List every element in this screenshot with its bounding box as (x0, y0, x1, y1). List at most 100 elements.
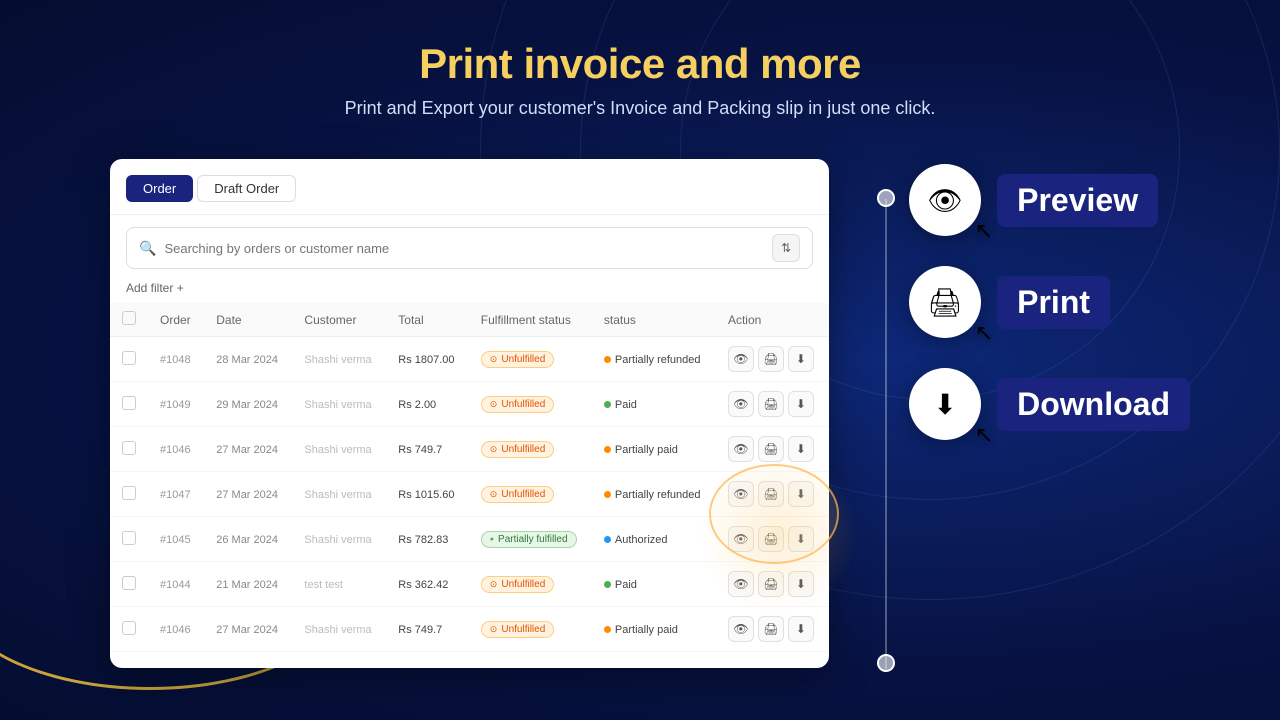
cell-checkbox[interactable] (110, 382, 148, 427)
col-order: Order (148, 303, 204, 337)
cell-status: Paid (592, 382, 716, 427)
download-action-btn[interactable]: ⬇ (788, 346, 814, 372)
cell-fulfillment: Unfulfilled (469, 472, 592, 517)
cell-action: 👁 🖨 ⬇ (716, 517, 829, 562)
table-row: #1044 21 Mar 2024 test test Rs 362.42 Un… (110, 562, 829, 607)
main-area: Order Draft Order 🔍 ⇅ Add filter + Order… (90, 149, 1190, 668)
cursor-icon-download: ↖ (975, 422, 993, 448)
cell-date: 27 Mar 2024 (204, 427, 292, 472)
cell-action: 👁 🖨 ⬇ (716, 562, 829, 607)
cell-order: #1047 (148, 472, 204, 517)
download-action-btn[interactable]: ⬇ (788, 616, 814, 642)
print-action-btn[interactable]: 🖨 (758, 346, 784, 372)
cell-date: 28 Mar 2024 (204, 337, 292, 382)
cell-action: 👁 🖨 ⬇ (716, 382, 829, 427)
col-checkbox (110, 303, 148, 337)
timeline-line (885, 199, 887, 669)
page-subtitle: Print and Export your customer's Invoice… (345, 98, 936, 119)
download-action-btn[interactable]: ⬇ (788, 571, 814, 597)
cell-order: #1045 (148, 517, 204, 562)
download-label: Download (997, 378, 1190, 431)
print-action-btn[interactable]: 🖨 (758, 526, 784, 552)
cell-checkbox[interactable] (110, 607, 148, 652)
table-row: #1046 27 Mar 2024 Shashi verma Rs 749.7 … (110, 607, 829, 652)
preview-action-btn[interactable]: 👁 (728, 346, 754, 372)
orders-table: Order Date Customer Total Fulfillment st… (110, 303, 829, 652)
timeline-dot-bottom (877, 654, 895, 672)
download-action-btn[interactable]: ⬇ (788, 481, 814, 507)
cell-fulfillment: Unfulfilled (469, 607, 592, 652)
col-fulfillment: Fulfillment status (469, 303, 592, 337)
preview-action-btn[interactable]: 👁 (728, 481, 754, 507)
table-panel: Order Draft Order 🔍 ⇅ Add filter + Order… (110, 159, 829, 668)
cursor-icon-preview: ↖ (975, 218, 993, 244)
cell-total: Rs 749.7 (386, 607, 469, 652)
cell-total: Rs 2.00 (386, 382, 469, 427)
cursor-icon-print: ↖ (975, 320, 993, 346)
table-wrap: Order Date Customer Total Fulfillment st… (110, 303, 829, 652)
cell-action: 👁 🖨 ⬇ (716, 472, 829, 517)
print-action-btn[interactable]: 🖨 (758, 391, 784, 417)
right-icons: 👁 ↖ Preview 🖨 ↖ Print ⬇ ↖ Download (829, 149, 1190, 440)
cell-status: Partially paid (592, 607, 716, 652)
search-input[interactable] (164, 241, 764, 256)
add-filter[interactable]: Add filter + (110, 281, 829, 295)
cell-date: 29 Mar 2024 (204, 382, 292, 427)
cell-total: Rs 362.42 (386, 562, 469, 607)
cell-date: 26 Mar 2024 (204, 517, 292, 562)
preview-icon: 👁 (927, 184, 963, 217)
timeline-dot-top (877, 189, 895, 207)
cell-fulfillment: Unfulfilled (469, 382, 592, 427)
print-label: Print (997, 276, 1110, 329)
table-row: #1049 29 Mar 2024 Shashi verma Rs 2.00 U… (110, 382, 829, 427)
download-icon: ⬇ (933, 388, 956, 421)
preview-action-btn[interactable]: 👁 (728, 391, 754, 417)
cell-fulfillment: Unfulfilled (469, 337, 592, 382)
cell-date: 27 Mar 2024 (204, 472, 292, 517)
tab-draft-order[interactable]: Draft Order (197, 175, 296, 202)
download-action-btn[interactable]: ⬇ (788, 526, 814, 552)
sort-button[interactable]: ⇅ (772, 234, 800, 262)
cell-date: 21 Mar 2024 (204, 562, 292, 607)
cell-checkbox[interactable] (110, 427, 148, 472)
col-total: Total (386, 303, 469, 337)
print-action-btn[interactable]: 🖨 (758, 616, 784, 642)
cell-customer: test test (292, 562, 386, 607)
cell-total: Rs 1015.60 (386, 472, 469, 517)
cell-checkbox[interactable] (110, 472, 148, 517)
cell-fulfillment: Partially fulfilled (469, 517, 592, 562)
cell-action: 👁 🖨 ⬇ (716, 427, 829, 472)
download-action-btn[interactable]: ⬇ (788, 436, 814, 462)
feature-download: ⬇ ↖ Download (909, 368, 1190, 440)
print-action-btn[interactable]: 🖨 (758, 436, 784, 462)
download-action-btn[interactable]: ⬇ (788, 391, 814, 417)
table-row: #1048 28 Mar 2024 Shashi verma Rs 1807.0… (110, 337, 829, 382)
cell-total: Rs 1807.00 (386, 337, 469, 382)
header: Print invoice and more Print and Export … (345, 40, 936, 119)
cell-checkbox[interactable] (110, 337, 148, 382)
table-row: #1047 27 Mar 2024 Shashi verma Rs 1015.6… (110, 472, 829, 517)
print-action-btn[interactable]: 🖨 (758, 571, 784, 597)
cell-customer: Shashi verma (292, 472, 386, 517)
cell-status: Authorized (592, 517, 716, 562)
cell-order: #1046 (148, 607, 204, 652)
cell-customer: Shashi verma (292, 607, 386, 652)
preview-action-btn[interactable]: 👁 (728, 526, 754, 552)
cell-order: #1049 (148, 382, 204, 427)
cell-checkbox[interactable] (110, 517, 148, 562)
preview-icon-wrap: 👁 ↖ (909, 164, 981, 236)
cell-status: Partially refunded (592, 472, 716, 517)
search-bar: 🔍 ⇅ (126, 227, 813, 269)
preview-action-btn[interactable]: 👁 (728, 436, 754, 462)
cell-total: Rs 749.7 (386, 427, 469, 472)
preview-action-btn[interactable]: 👁 (728, 571, 754, 597)
preview-action-btn[interactable]: 👁 (728, 616, 754, 642)
content: Print invoice and more Print and Export … (0, 0, 1280, 720)
cell-action: 👁 🖨 ⬇ (716, 337, 829, 382)
cell-customer: Shashi verma (292, 337, 386, 382)
feature-preview: 👁 ↖ Preview (909, 164, 1158, 236)
table-row: #1045 26 Mar 2024 Shashi verma Rs 782.83… (110, 517, 829, 562)
print-action-btn[interactable]: 🖨 (758, 481, 784, 507)
tab-order[interactable]: Order (126, 175, 193, 202)
cell-checkbox[interactable] (110, 562, 148, 607)
